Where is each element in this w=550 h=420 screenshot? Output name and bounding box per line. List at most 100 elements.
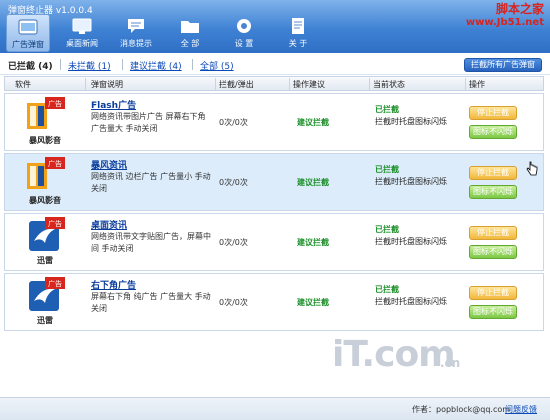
advice-text: 建议拦截 — [297, 238, 329, 247]
filter-suggested[interactable]: 建议拦截 (4) — [130, 59, 182, 72]
filter-bar: 已拦截 (4) 未拦截 (1) 建议拦截 (4) 全部 (5) 拦截所有广告弹窗 — [0, 53, 550, 75]
app-name: 暴风影音 — [29, 196, 61, 205]
ad-popup-icon — [18, 19, 38, 35]
divider — [369, 78, 370, 90]
watermark-line-1: 脚本之家 — [495, 2, 544, 16]
status-head: 已拦截 — [375, 165, 399, 174]
block-all-ads-button[interactable]: 拦截所有广告弹窗 — [464, 58, 542, 72]
tab-about[interactable]: 关 于 — [276, 14, 320, 52]
ad-badge: 广告 — [48, 99, 62, 108]
app-cell: 广告 暴风影音 — [5, 154, 85, 210]
watermark-line-2: www.Jb51.net — [465, 17, 544, 28]
divider — [85, 78, 86, 90]
column-header: 软件 — [15, 80, 31, 89]
ad-title-link[interactable]: 桌面资讯 — [91, 218, 127, 231]
table-row[interactable]: 广告 迅雷 右下角广告 屏幕右下角 纯广告 广告量大 手动关闭 0次/0次 建议… — [4, 273, 544, 331]
divider — [465, 78, 466, 90]
toolbar: 弹窗终止器 v1.0.0.4 脚本之家 www.Jb51.net 广告弹窗 桌面… — [0, 0, 550, 53]
status-cell: 已拦截拦截时托盘图标闪烁 — [375, 164, 467, 188]
feedback-link[interactable]: 问题反馈 — [505, 404, 537, 415]
no-flash-button[interactable]: 图标不闪烁 — [469, 185, 517, 199]
block-count: 0次/0次 — [219, 238, 248, 247]
column-header: 当前状态 — [373, 80, 405, 89]
footer: 作者：popblock@qq.com 问题反馈 — [0, 397, 550, 420]
hand-cursor-icon — [526, 161, 538, 176]
filter-all[interactable]: 全部 (5) — [200, 59, 234, 72]
app-name: 迅雷 — [37, 256, 53, 265]
column-header: 操作建议 — [293, 80, 325, 89]
tab-ad-popup[interactable]: 广告弹窗 — [6, 14, 50, 52]
baofeng-app-icon: 广告 — [27, 97, 65, 129]
table-row[interactable]: 广告 暴风影音 Flash广告 网络资讯带图片广告 屏幕右下角 广告量大 手动关… — [4, 93, 544, 151]
status-body: 拦截时托盘图标闪烁 — [375, 177, 447, 186]
status-cell: 已拦截 拦截时托盘图标闪烁 — [375, 104, 467, 128]
tab-label: 广告弹窗 — [12, 40, 44, 49]
ad-badge: 广告 — [48, 159, 62, 168]
tab-label: 设 置 — [234, 39, 254, 48]
tab-settings[interactable]: 设 置 — [222, 14, 266, 52]
baofeng-app-icon: 广告 — [27, 157, 65, 189]
status-cell: 已拦截 拦截时托盘图标闪烁 — [375, 284, 467, 308]
no-flash-button[interactable]: 图标不闪烁 — [469, 305, 517, 319]
ad-description: 屏幕右下角 纯广告 广告量大 手动关闭 — [91, 292, 211, 313]
ad-badge: 广告 — [48, 279, 62, 288]
divider — [60, 59, 61, 70]
watermark-logo: 脚本之家 www.Jb51.net — [466, 2, 544, 30]
brand-watermark: iT.com — [332, 334, 456, 375]
block-count: 0次/0次 — [219, 298, 248, 307]
tab-all[interactable]: 全 部 — [168, 14, 212, 52]
gear-icon — [237, 19, 251, 33]
xunlei-app-icon: 广告 — [29, 277, 65, 311]
status-body: 拦截时托盘图标闪烁 — [375, 117, 447, 126]
divider — [122, 59, 123, 70]
column-header: 操作 — [469, 80, 485, 89]
table-header: 软件 弹窗说明 拦截/弹出 操作建议 当前状态 操作 — [4, 76, 544, 91]
tab-label: 消息提示 — [120, 39, 152, 48]
divider — [192, 59, 193, 70]
tab-message[interactable]: 消息提示 — [114, 14, 158, 52]
filter-unblocked[interactable]: 未拦截 (1) — [68, 59, 111, 72]
app-name: 暴风影音 — [29, 136, 61, 145]
folder-icon — [181, 21, 199, 33]
app-cell: 广告 迅雷 — [5, 214, 85, 270]
block-count: 0次/0次 — [219, 178, 248, 187]
ad-badge: 广告 — [48, 219, 62, 228]
app-name: 迅雷 — [37, 316, 53, 325]
app-cell: 广告 迅雷 — [5, 274, 85, 330]
divider — [289, 78, 290, 90]
ad-title-link[interactable]: 右下角广告 — [91, 278, 136, 291]
app-cell: 广告 暴风影音 — [5, 94, 85, 150]
stop-blocking-button[interactable]: 停止拦截 — [469, 226, 517, 240]
advice-text: 建议拦截 — [297, 178, 329, 187]
stop-blocking-button[interactable]: 停止拦截 — [469, 106, 517, 120]
table-row[interactable]: 广告 暴风影音 暴风资讯 网络资讯 边栏广告 广告量小 手动关闭 0次/0次 建… — [4, 153, 544, 211]
block-count: 0次/0次 — [219, 118, 248, 127]
document-icon — [292, 18, 304, 34]
ad-title-link[interactable]: 暴风资讯 — [91, 158, 127, 171]
status-head: 已拦截 — [375, 225, 399, 234]
divider — [215, 78, 216, 90]
filter-blocked[interactable]: 已拦截 (4) — [8, 59, 53, 72]
status-cell: 已拦截拦截时托盘图标闪烁 — [375, 224, 467, 248]
stop-blocking-button[interactable]: 停止拦截 — [469, 166, 517, 180]
no-flash-button[interactable]: 图标不闪烁 — [469, 125, 517, 139]
desktop-news-icon — [72, 18, 92, 34]
table-row[interactable]: 广告 迅雷 桌面资讯 网络资讯带文字贴图广告，屏幕中间 手动关闭 0次/0次 建… — [4, 213, 544, 271]
advice-text: 建议拦截 — [297, 298, 329, 307]
stop-blocking-button[interactable]: 停止拦截 — [469, 286, 517, 300]
ad-description: 网络资讯 边栏广告 广告量小 手动关闭 — [91, 172, 211, 193]
tab-label: 关 于 — [288, 39, 308, 48]
tab-label: 全 部 — [180, 39, 200, 48]
status-body: 拦截时托盘图标闪烁 — [375, 297, 447, 306]
tab-label: 桌面新闻 — [66, 39, 98, 48]
status-body: 拦截时托盘图标闪烁 — [375, 237, 447, 246]
brand-watermark-suffix: .cn — [440, 356, 461, 370]
advice-text: 建议拦截 — [297, 118, 329, 127]
message-icon — [128, 19, 144, 33]
no-flash-button[interactable]: 图标不闪烁 — [469, 245, 517, 259]
tab-desktop-news[interactable]: 桌面新闻 — [60, 14, 104, 52]
ad-description: 网络资讯带文字贴图广告，屏幕中间 手动关闭 — [91, 232, 211, 253]
ad-description: 网络资讯带图片广告 屏幕右下角 广告量大 手动关闭 — [91, 112, 206, 133]
column-header: 弹窗说明 — [91, 80, 123, 89]
ad-title-link[interactable]: Flash广告 — [91, 98, 136, 111]
